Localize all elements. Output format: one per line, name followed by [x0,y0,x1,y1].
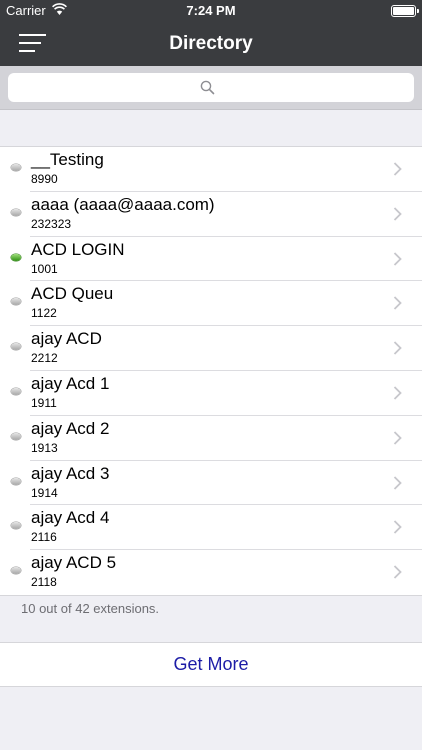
status-offline-icon [11,164,21,171]
extension-count: 10 out of 42 extensions. [21,601,160,616]
contact-extension: 2116 [31,530,57,545]
list-item[interactable]: ACD LOGIN 1001 [0,237,422,282]
contact-name: ajay ACD 5 [31,553,117,573]
status-offline-icon [11,522,21,530]
contact-extension: 1914 [31,485,58,500]
contact-extension: 1122 [31,306,57,321]
contact-extension: 1911 [31,395,57,410]
status-offline-icon [11,567,21,575]
chevron-right-icon [393,565,402,579]
list-item[interactable]: ajay Acd 1 1911 [0,371,422,416]
status-offline-icon [11,477,21,485]
list-item[interactable]: ajay Acd 4 2116 [0,505,422,551]
chevron-right-icon [393,341,402,355]
contact-name: ACD LOGIN [31,239,125,259]
contact-name: ajay Acd 2 [31,418,110,438]
battery-icon [391,5,419,17]
status-online-icon [11,253,21,261]
status-bar: Carrier 7:24 PM [0,0,422,22]
chevron-right-icon [393,520,402,535]
status-offline-icon [11,343,21,351]
chevron-right-icon [393,251,402,266]
contact-name: ajay ACD [31,329,102,349]
list-item[interactable]: ajay ACD 5 2118 [0,550,422,595]
list-item[interactable]: ajay Acd 3 1914 [0,461,422,506]
status-offline-icon [11,432,21,440]
list-item[interactable]: ajay Acd 2 1913 [0,416,422,461]
status-offline-icon [11,387,21,395]
contact-extension: 8990 [31,172,58,186]
directory-list: __Testing 8990 aaaa (aaaa@aaaa.com) 232323 A… [0,146,422,596]
contact-name: ajay Acd 4 [31,508,110,528]
contact-extension: 232323 [31,216,72,231]
list-item[interactable]: ACD Queu 1122 [0,281,422,327]
contact-extension: 2118 [31,575,57,590]
status-offline-icon [11,208,21,216]
contact-name: __Testing [31,150,104,169]
contact-name: ajay Acd 1 [31,373,110,393]
contact-name: ajay Acd 3 [31,463,110,483]
status-offline-icon [11,298,21,306]
status-time: 7:24 PM [186,3,236,18]
chevron-right-icon [393,162,402,176]
contact-name: ACD Queu [31,284,114,304]
search-bar [0,66,422,110]
list-item[interactable]: ajay ACD 2212 [0,326,422,371]
search-input[interactable] [8,73,414,102]
contact-extension: 1913 [31,440,58,455]
contact-name: aaaa (aaaa@aaaa.com) [31,194,215,214]
chevron-right-icon [393,431,402,445]
chevron-right-icon [393,296,402,311]
list-item[interactable]: __Testing 8990 [0,147,422,192]
contact-extension: 1001 [31,261,58,276]
chevron-right-icon [393,475,402,490]
page-title: Directory [169,33,253,54]
chevron-right-icon [393,386,402,400]
contact-extension: 2212 [31,351,58,366]
nav-bar: Directory [0,22,422,66]
list-item[interactable]: aaaa (aaaa@aaaa.com) 232323 [0,192,422,237]
chevron-right-icon [393,207,402,221]
get-more-button[interactable]: Get More [0,642,422,687]
